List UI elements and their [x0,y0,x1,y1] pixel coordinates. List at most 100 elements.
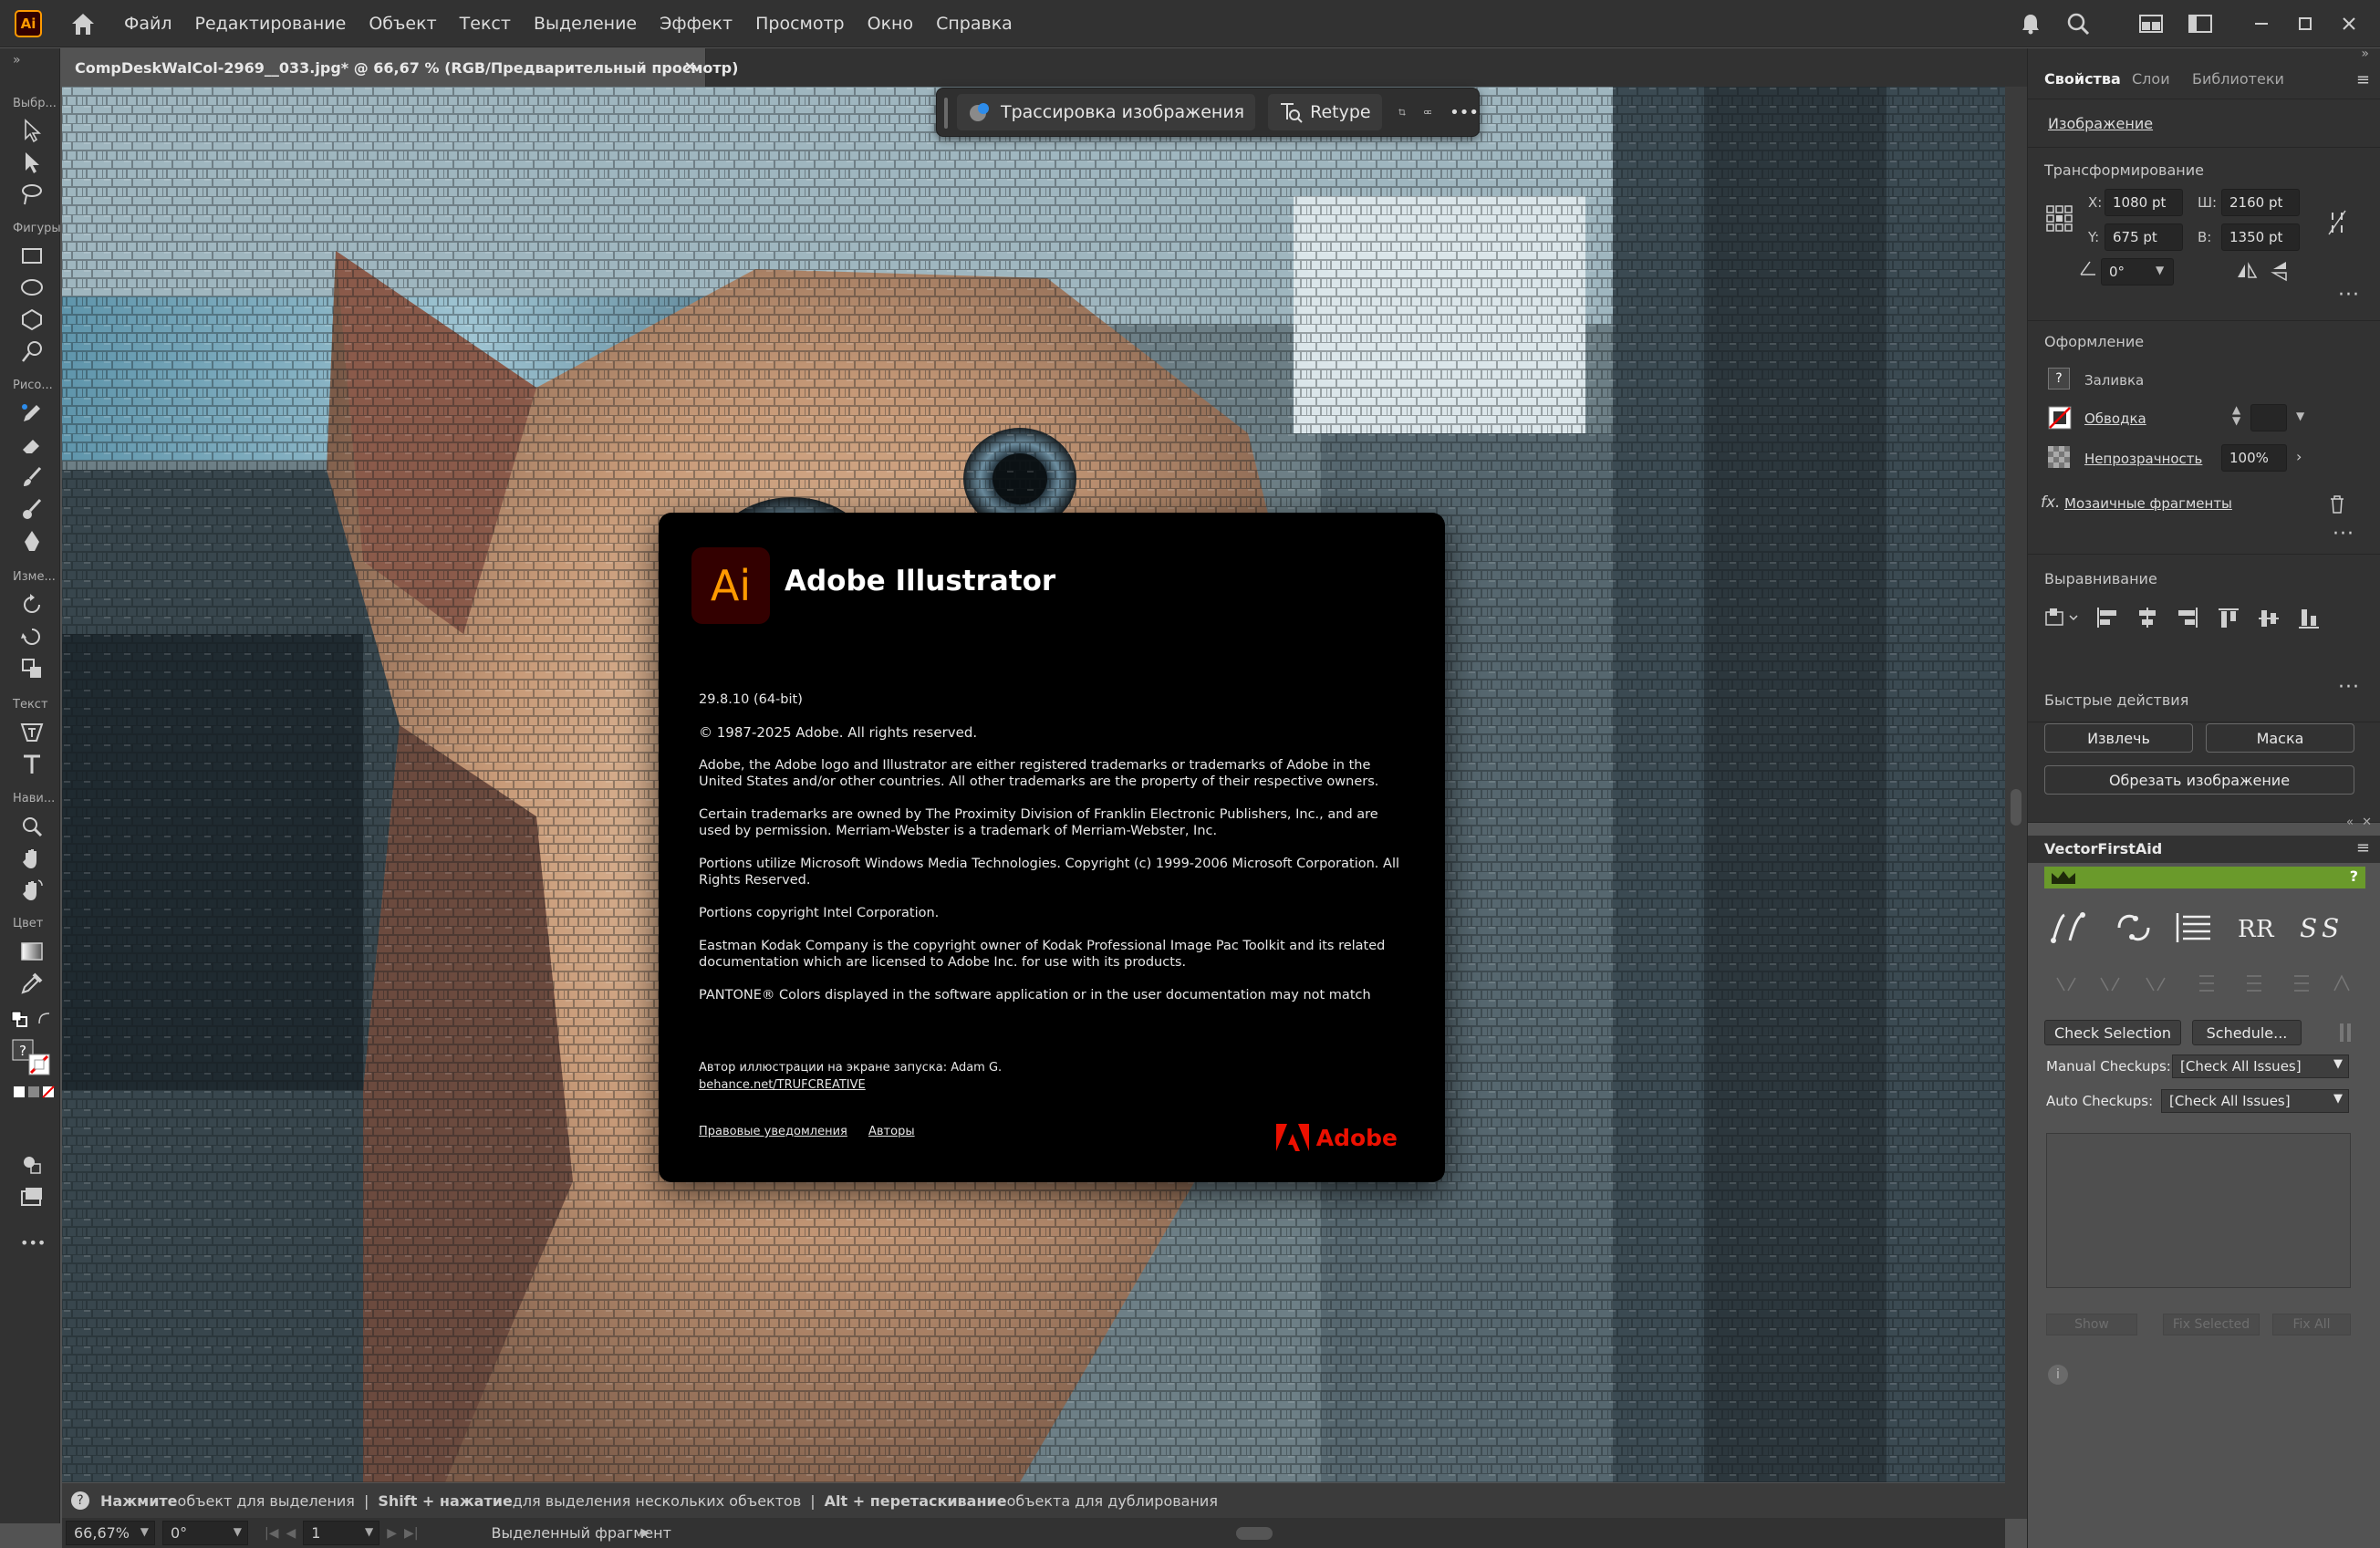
last-artboard-icon[interactable]: ▶| [404,1526,418,1541]
align-left-icon[interactable] [2095,607,2119,629]
reference-point-icon[interactable] [2046,205,2073,233]
align-bottom-icon[interactable] [2298,607,2320,630]
vfa-menu-icon[interactable]: ≡ [2356,838,2370,857]
opacity-label[interactable]: Непрозрачность [2084,451,2202,467]
drag-handle-icon[interactable] [944,98,948,129]
menu-file[interactable]: Файл [124,14,172,34]
menu-view[interactable]: Просмотр [755,14,845,34]
menu-window[interactable]: Окно [868,14,913,34]
fill-swatch[interactable]: ? [2048,368,2070,390]
manual-checkups-select[interactable]: [Check All Issues] ▼ [2172,1055,2349,1078]
pen-tool-icon[interactable] [18,527,46,555]
tab-layers[interactable]: Слои [2132,70,2170,88]
paintbrush-tool-icon[interactable] [18,463,46,491]
rotation-dropdown[interactable]: 0° ▼ [162,1521,248,1545]
eraser-tool-icon[interactable] [18,431,46,459]
maximize-icon[interactable] [2296,15,2314,33]
previous-artboard-icon[interactable]: ◀ [286,1526,296,1541]
menu-type[interactable]: Текст [460,14,511,34]
constrain-proportions-icon[interactable] [2327,209,2347,236]
hand-tool-icon[interactable] [18,845,46,872]
legal-notices-link[interactable]: Правовые уведомления [699,1124,847,1140]
next-artboard-icon[interactable]: ▶ [387,1526,397,1541]
stroke-weight-field[interactable] [2250,404,2287,431]
stroke-label[interactable]: Обводка [2084,410,2146,427]
more-options-icon[interactable]: ••• [1450,103,1479,122]
help-icon[interactable]: ? [71,1491,89,1510]
check-selection-button[interactable]: Check Selection [2044,1020,2181,1045]
width-field[interactable]: 2160 pt [2221,189,2300,216]
gradient-tool-icon[interactable] [18,938,46,965]
direct-selection-tool-icon[interactable] [18,149,46,176]
vfa-pause-icon[interactable] [2340,1023,2344,1042]
vertical-scrollbar[interactable] [2005,87,2027,1519]
type-tool-icon[interactable] [18,751,46,778]
x-field[interactable]: 1080 pt [2105,189,2183,216]
color-mode-icons[interactable] [13,1085,55,1099]
default-fill-stroke-icon[interactable] [11,1011,27,1027]
vfa-fix-points-icon[interactable] [2112,909,2156,946]
menu-effect[interactable]: Эффект [660,14,733,34]
workspace-icon[interactable] [2188,14,2212,34]
retype-tool-icon[interactable] [18,719,46,746]
blob-brush-tool-icon[interactable] [18,495,46,523]
vfa-fix-registration-icon[interactable]: RR [2236,909,2276,946]
shaper-tool-icon[interactable] [18,338,46,365]
tab-libraries[interactable]: Библиотеки [2192,70,2284,88]
opacity-swatch[interactable] [2048,446,2070,468]
mask-button[interactable]: Маска [2206,723,2354,753]
auto-checkups-select[interactable]: [Check All Issues] ▼ [2161,1089,2349,1113]
polygon-tool-icon[interactable] [18,306,46,333]
zoom-dropdown[interactable]: 66,67% ▼ [66,1521,155,1545]
height-field[interactable]: 1350 pt [2221,223,2300,251]
warp-tool-icon[interactable] [18,623,46,650]
lasso-tool-icon[interactable] [18,181,46,208]
schedule-button[interactable]: Schedule... [2192,1020,2302,1045]
horizontal-scrollbar[interactable] [665,1525,1897,1542]
show-button[interactable]: Show [2046,1314,2137,1335]
close-document-icon[interactable]: × [684,57,696,75]
status-menu-icon[interactable]: ▶ [641,1526,650,1540]
pencil-tool-icon[interactable] [18,400,46,427]
panel-menu-icon[interactable]: ≡ [2356,70,2370,89]
rotate-tool-icon[interactable] [18,591,46,618]
fix-selected-button[interactable]: Fix Selected [2163,1314,2260,1335]
opacity-field[interactable]: 100% [2221,444,2287,472]
first-artboard-icon[interactable]: |◀ [265,1526,278,1541]
arrange-documents-icon[interactable] [2139,14,2163,34]
delete-effect-icon[interactable] [2329,495,2345,514]
transform-more-icon[interactable]: ··· [2338,284,2360,306]
vfa-fix-text-icon[interactable] [2174,909,2214,946]
document-tab[interactable]: CompDeskWalCol-2969__033.jpg* @ 66,67 % … [62,48,738,87]
vfa-help-icon[interactable]: ? [2350,868,2358,885]
panel-close-icon[interactable]: ✕ [2362,816,2372,829]
extract-button[interactable]: Извлечь [2044,723,2193,753]
flip-vertical-icon[interactable] [2271,260,2289,282]
collapse-toolbar-icon[interactable]: » [13,53,21,68]
edit-toolbar-icon[interactable]: ••• [20,1234,46,1252]
stroke-weight-dropdown-icon[interactable]: ▼ [2296,410,2304,422]
draw-mode-icon[interactable] [18,1150,46,1178]
menu-select[interactable]: Выделение [534,14,637,34]
y-field[interactable]: 675 pt [2105,223,2183,251]
link-icon[interactable] [1423,103,1432,121]
object-type-link[interactable]: Изображение [2048,115,2153,132]
angle-dropdown-icon[interactable]: ▼ [2156,264,2164,276]
ellipse-tool-icon[interactable] [18,274,46,301]
panel-collapse-icon[interactable]: « [2346,816,2354,829]
rectangle-tool-icon[interactable] [18,242,46,269]
eyedropper-tool-icon[interactable] [18,970,46,997]
stroke-swatch[interactable] [2048,406,2072,430]
scale-tool-icon[interactable] [18,655,46,682]
search-icon[interactable] [2066,12,2090,36]
home-icon[interactable] [69,11,97,36]
artboard-dropdown[interactable]: 1 ▼ [303,1521,380,1545]
artwork-link[interactable]: behance.net/TRUFCREATIVE [699,1077,866,1094]
fill-stroke-swatch-icon[interactable]: ? [11,1038,53,1076]
rotate-view-tool-icon[interactable] [18,877,46,904]
crop-icon[interactable] [1398,100,1406,124]
selection-tool-icon[interactable] [18,117,46,144]
vfa-info-icon[interactable]: i [2048,1365,2068,1385]
align-top-icon[interactable] [2218,607,2240,630]
effect-link[interactable]: Мозаичные фрагменты [2064,495,2232,512]
